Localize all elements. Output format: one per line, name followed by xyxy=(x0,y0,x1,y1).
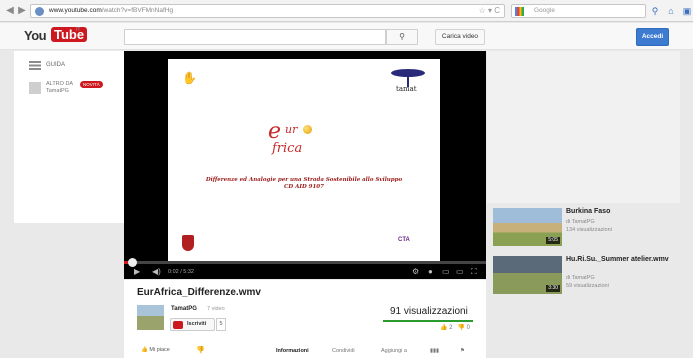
related-title[interactable]: Burkina Faso xyxy=(566,208,676,216)
fullscreen-icon[interactable]: ⛶ xyxy=(471,266,477,278)
hands-logo-icon: ✋ xyxy=(182,71,197,85)
like-dislike-counts: 👍 2 👎 0 xyxy=(440,324,470,331)
related-thumbnail[interactable]: 3:30 xyxy=(493,256,562,294)
tab-info[interactable]: Informazioni xyxy=(276,348,309,354)
search-input[interactable] xyxy=(124,29,386,45)
video-title: EurAfrica_Differenze.wmv xyxy=(137,287,261,298)
channel-video-count[interactable]: 7 video xyxy=(207,306,225,312)
dislike-button[interactable]: 👎 xyxy=(196,346,205,354)
report-flag-icon[interactable]: ⚑ xyxy=(460,348,465,354)
channel-avatar[interactable] xyxy=(137,305,164,330)
large-player-icon[interactable]: ▭ xyxy=(456,266,464,278)
time-display: 0:02 / 5:32 xyxy=(168,269,194,275)
related-views: 59 visualizzazioni xyxy=(566,283,609,289)
channel-name[interactable]: TamatPG xyxy=(171,306,197,312)
upload-button[interactable]: Carica video xyxy=(435,29,485,45)
like-ratio-bar xyxy=(383,320,473,322)
stats-icon[interactable]: ▮▮▮ xyxy=(430,348,439,354)
like-button[interactable]: 👍 Mi piace xyxy=(141,347,170,353)
volume-icon[interactable]: ◀) xyxy=(152,266,161,278)
tamat-logo-text: tamat xyxy=(396,85,417,93)
sun-icon xyxy=(303,125,312,134)
video-player[interactable]: ✋ tamat e ur frica Differenze ed Analogi… xyxy=(124,51,486,279)
dislike-count: 0 xyxy=(466,325,471,331)
thumbs-down-icon: 👎 xyxy=(457,325,465,331)
youtube-play-icon xyxy=(173,321,183,329)
youtube-logo-you[interactable]: You xyxy=(24,28,47,43)
home-icon[interactable]: ⌂ xyxy=(664,4,678,18)
annotations-icon[interactable]: ● xyxy=(428,266,433,278)
guide-item-altro[interactable]: ALTRO DA TamatPG xyxy=(46,81,73,95)
subscribe-label: Iscriviti xyxy=(187,321,207,327)
bookmark-star-icon[interactable]: ☆ ▾ C xyxy=(479,6,500,15)
subscriber-count: 5 xyxy=(216,318,226,331)
slide-subtitle-line: Differenze ed Analogie per una Strada So… xyxy=(205,177,403,183)
search-button[interactable]: ⚲ xyxy=(386,29,418,45)
thumbs-up-icon: 👍 xyxy=(141,347,148,353)
forward-arrow-icon[interactable]: ▶ xyxy=(16,5,28,17)
related-views: 134 visualizzazioni xyxy=(566,227,612,233)
site-identity-icon xyxy=(35,7,44,16)
eurafrica-logo: e ur frica xyxy=(268,119,338,169)
slide-subtitle: Differenze ed Analogie per una Strada So… xyxy=(178,177,430,191)
play-icon[interactable]: ▶ xyxy=(134,266,140,278)
guide-altro-channel: TamatPG xyxy=(46,88,69,94)
browser-search-box[interactable]: Google xyxy=(511,4,646,18)
crest-icon xyxy=(182,235,194,251)
slide-cd-code: CD AID 9107 xyxy=(284,184,324,190)
youtube-logo-tube[interactable]: Tube xyxy=(51,27,88,42)
address-bar[interactable]: www.youtube.com/watch?v=fBVFMnNafHg ☆ ▾ … xyxy=(30,4,505,18)
logo-letters-africa: frica xyxy=(272,141,303,156)
youtube-header: You Tube IT ⚲ Carica video Accedi xyxy=(0,23,693,50)
search-icon[interactable]: ⚲ xyxy=(648,4,662,18)
progress-bar[interactable] xyxy=(124,261,486,264)
thumbs-down-icon: 👎 xyxy=(196,347,205,354)
menu-icon[interactable]: ▣ xyxy=(680,4,693,18)
video-frame: ✋ tamat e ur frica Differenze ed Analogi… xyxy=(168,59,440,262)
settings-icon[interactable]: ⚙ xyxy=(412,266,419,278)
like-count: 2 xyxy=(449,325,453,331)
player-controls: ▶ ◀) 0:02 / 5:32 ⚙ ● ▭ ▭ ⛶ xyxy=(124,265,486,279)
related-duration: 3:30 xyxy=(546,285,560,292)
thumbs-up-icon: 👍 xyxy=(440,325,448,331)
video-info-panel: EurAfrica_Differenze.wmv TamatPG 7 video… xyxy=(124,280,486,358)
tab-share[interactable]: Condividi xyxy=(332,348,355,354)
guide-sidebar: GUIDA ALTRO DA TamatPG NOVITÀ xyxy=(14,51,124,223)
browser-toolbar: ◀ ▶ www.youtube.com/watch?v=fBVFMnNafHg … xyxy=(0,0,693,22)
related-thumbnail[interactable]: 5:05 xyxy=(493,208,562,246)
signin-button[interactable]: Accedi xyxy=(636,28,669,46)
like-label: Mi piace xyxy=(149,347,170,353)
cta-logo-text: CTA xyxy=(398,237,410,243)
small-player-icon[interactable]: ▭ xyxy=(442,266,450,278)
tab-add-to[interactable]: Aggiungi a xyxy=(381,348,407,354)
channel-thumbnail[interactable] xyxy=(29,82,41,94)
related-background xyxy=(487,51,680,203)
logo-letters-ur: ur xyxy=(285,123,298,136)
guide-altro-label: ALTRO DA xyxy=(46,81,74,87)
search-icon: ⚲ xyxy=(399,32,405,41)
back-arrow-icon[interactable]: ◀ xyxy=(4,5,16,17)
related-title[interactable]: Hu.Ri.Su._Summer atelier.wmv xyxy=(566,256,676,264)
google-icon xyxy=(515,7,524,16)
guide-menu-icon[interactable] xyxy=(29,61,41,70)
guide-label[interactable]: GUIDA xyxy=(46,62,65,68)
browser-search-placeholder: Google xyxy=(534,7,555,14)
country-code: IT xyxy=(76,27,81,33)
related-channel[interactable]: di TamatPG xyxy=(566,219,595,226)
url-text: www.youtube.com/watch?v=fBVFMnNafHg xyxy=(49,7,174,14)
subscribe-button[interactable]: Iscriviti xyxy=(170,318,215,331)
related-channel[interactable]: di TamatPG xyxy=(566,275,595,282)
related-duration: 5:05 xyxy=(546,237,560,244)
view-count: 91 visualizzazioni xyxy=(390,306,468,317)
new-badge: NOVITÀ xyxy=(80,81,103,88)
